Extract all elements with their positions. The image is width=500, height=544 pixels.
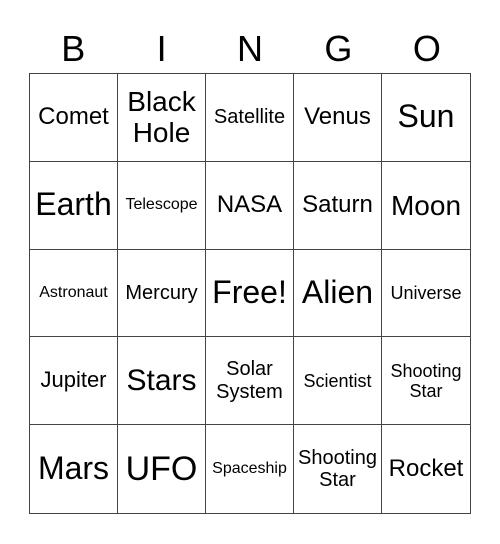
bingo-cell[interactable]: Scientist [294, 337, 382, 426]
bingo-cell[interactable]: Venus [294, 74, 382, 162]
bingo-cell[interactable]: Comet [30, 74, 118, 162]
bingo-cell[interactable]: Spaceship [206, 425, 294, 513]
bingo-cell[interactable]: Black Hole [118, 74, 206, 162]
bingo-cell[interactable]: Telescope [118, 161, 206, 250]
bingo-header: B I N G O [29, 26, 471, 72]
header-letter-b: B [61, 28, 86, 69]
bingo-cell[interactable]: UFO [118, 425, 206, 513]
bingo-cell[interactable]: Sun [382, 74, 470, 162]
bingo-cell[interactable]: Mercury [118, 249, 206, 338]
bingo-cell[interactable]: Satellite [206, 74, 294, 162]
bingo-cell[interactable]: NASA [206, 161, 294, 250]
bingo-cell[interactable]: Shooting Star [382, 337, 470, 426]
header-letter-g: G [324, 28, 353, 69]
bingo-cell[interactable]: Rocket [382, 425, 470, 513]
bingo-cell[interactable]: Shooting Star [294, 425, 382, 513]
header-letter-o: O [412, 28, 441, 69]
bingo-cell[interactable]: Mars [30, 425, 118, 513]
bingo-cell[interactable]: Moon [382, 162, 470, 250]
bingo-cell[interactable]: Stars [118, 337, 206, 426]
bingo-cell[interactable]: Saturn [294, 161, 382, 250]
bingo-cell[interactable]: Jupiter [30, 337, 118, 426]
bingo-cell[interactable]: Universe [382, 250, 470, 338]
header-letter-i: I [156, 28, 167, 69]
header-letter-n: N [237, 28, 264, 69]
bingo-grid: Comet Black Hole Satellite Venus Sun Earth Tel… [29, 73, 471, 514]
bingo-cell[interactable]: Alien [294, 249, 382, 338]
bingo-cell[interactable]: Earth [30, 161, 118, 250]
bingo-cell[interactable]: Solar System [206, 337, 294, 426]
bingo-cell[interactable]: Free! [206, 249, 294, 338]
bingo-cell[interactable]: Astronaut [30, 249, 118, 338]
